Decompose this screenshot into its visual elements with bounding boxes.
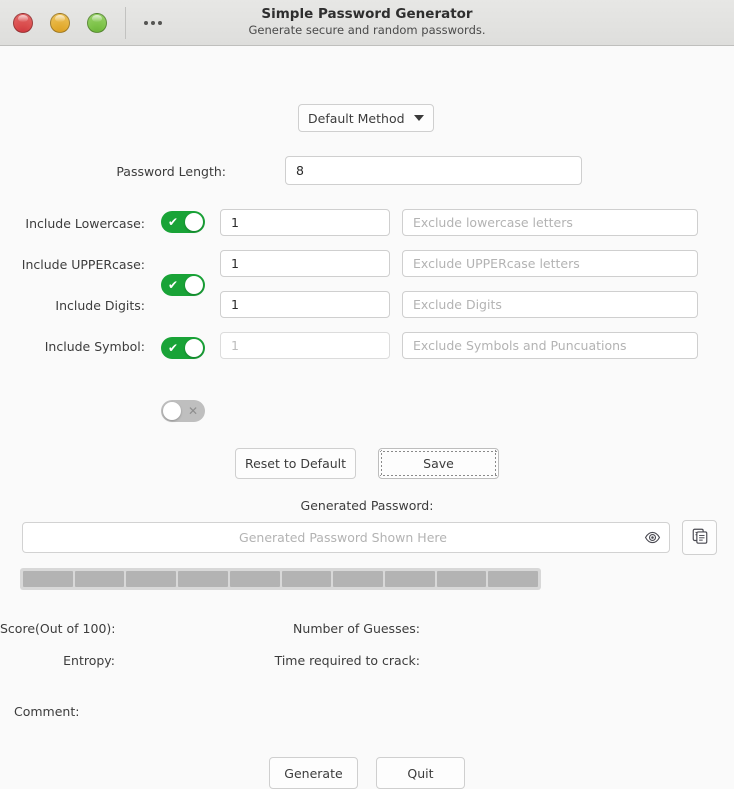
- generated-password-placeholder: Generated Password Shown Here: [239, 530, 447, 545]
- symbol-count-input: [220, 332, 390, 359]
- meter-segment: [178, 571, 228, 587]
- eye-icon[interactable]: [639, 525, 665, 551]
- reset-to-default-button[interactable]: Reset to Default: [235, 448, 356, 479]
- meter-segment: [436, 571, 487, 587]
- method-dropdown[interactable]: Default Method: [298, 104, 434, 132]
- generated-password-field[interactable]: Generated Password Shown Here: [22, 522, 670, 553]
- meter-segment: [488, 571, 539, 587]
- password-strength-meter: [20, 568, 541, 590]
- dot: [151, 20, 155, 25]
- digits-count-input[interactable]: [220, 291, 390, 318]
- uppercase-count-input[interactable]: [220, 250, 390, 277]
- dot: [158, 20, 162, 25]
- score-label: Score(Out of 100):: [0, 621, 116, 636]
- window-controls: [0, 12, 107, 33]
- close-icon: ✕: [187, 404, 199, 418]
- exclude-digits-input[interactable]: [402, 291, 698, 318]
- include-symbol-label: Include Symbol:: [44, 339, 145, 354]
- meter-segment: [384, 571, 435, 587]
- minimize-button[interactable]: [50, 12, 70, 33]
- check-icon: ✔: [167, 341, 179, 355]
- include-digits-toggle[interactable]: ✔: [161, 337, 205, 359]
- generate-button[interactable]: Generate: [269, 757, 358, 789]
- include-uppercase-label: Include UPPERcase:: [21, 257, 145, 272]
- toggle-knob: [185, 213, 203, 231]
- include-symbol-toggle[interactable]: ✕: [161, 400, 205, 422]
- meter-segment: [333, 571, 383, 587]
- toggle-knob: [163, 402, 181, 420]
- window-title: Simple Password Generator: [261, 6, 473, 23]
- close-button[interactable]: [13, 12, 33, 33]
- meter-segment: [74, 571, 125, 587]
- include-lowercase-toggle[interactable]: ✔: [161, 211, 205, 233]
- guesses-label: Number of Guesses:: [293, 621, 420, 636]
- titlebar-text: Simple Password Generator Generate secur…: [0, 0, 734, 45]
- comment-label: Comment:: [14, 704, 80, 719]
- meter-segment: [126, 571, 177, 587]
- include-lowercase-label: Include Lowercase:: [25, 216, 145, 231]
- include-uppercase-toggle[interactable]: ✔: [161, 274, 205, 296]
- password-length-input[interactable]: [285, 156, 582, 185]
- lowercase-count-input[interactable]: [220, 209, 390, 236]
- password-length-label: Password Length:: [116, 164, 226, 179]
- entropy-label: Entropy:: [63, 653, 115, 668]
- toggle-knob: [185, 276, 203, 294]
- save-button[interactable]: Save: [378, 448, 499, 479]
- titlebar-divider: [125, 6, 126, 39]
- main-content: Default Method Password Length: Include …: [0, 46, 734, 789]
- window-subtitle: Generate secure and random passwords.: [248, 23, 486, 38]
- menu-dots-icon[interactable]: [144, 20, 162, 25]
- copy-icon: [691, 527, 709, 549]
- generated-password-heading: Generated Password:: [300, 498, 434, 513]
- meter-segment: [229, 571, 280, 587]
- copy-to-clipboard-button[interactable]: [682, 520, 717, 555]
- maximize-button[interactable]: [87, 12, 107, 33]
- method-dropdown-label: Default Method: [308, 110, 405, 126]
- title-bar: Simple Password Generator Generate secur…: [0, 0, 734, 46]
- check-icon: ✔: [167, 215, 179, 229]
- dot: [144, 20, 148, 25]
- exclude-symbols-input[interactable]: [402, 332, 698, 359]
- exclude-lowercase-input[interactable]: [402, 209, 698, 236]
- meter-segment: [281, 571, 332, 587]
- quit-button[interactable]: Quit: [376, 757, 465, 789]
- meter-segment: [23, 571, 73, 587]
- exclude-uppercase-input[interactable]: [402, 250, 698, 277]
- include-digits-label: Include Digits:: [55, 298, 145, 313]
- check-icon: ✔: [167, 278, 179, 292]
- crack-time-label: Time required to crack:: [274, 653, 420, 668]
- toggle-knob: [185, 339, 203, 357]
- chevron-down-icon: [414, 115, 424, 121]
